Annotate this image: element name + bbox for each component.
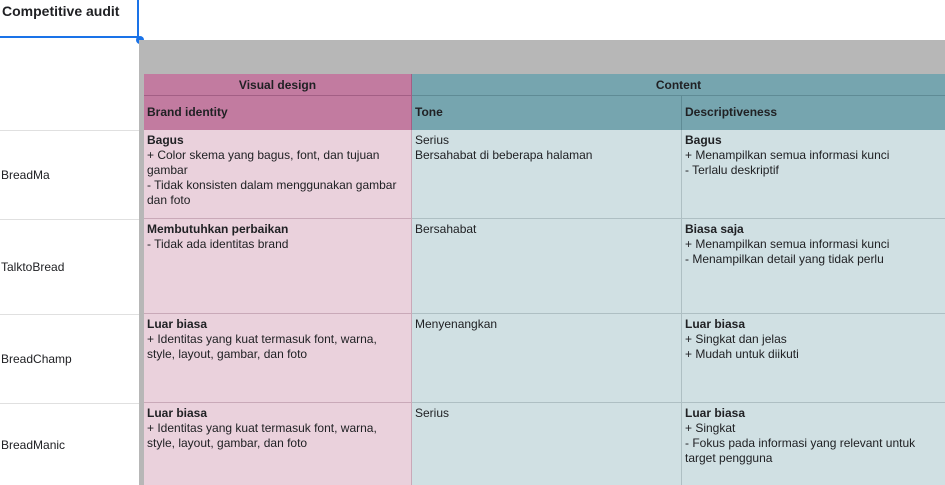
rating-text: Luar biasa xyxy=(147,406,208,420)
note-line: - Tidak ada identitas brand xyxy=(147,237,289,251)
note-line: - Terlalu deskriptif xyxy=(685,163,779,177)
row-label-text: BreadChamp xyxy=(1,352,72,366)
note-line: + Identitas yang kuat termasuk font, war… xyxy=(147,421,377,450)
note-line: + Identitas yang kuat termasuk font, war… xyxy=(147,332,377,361)
note-line: + Singkat dan jelas xyxy=(685,332,787,346)
cell-tone-breadma[interactable]: Serius Bersahabat di beberapa halaman xyxy=(412,130,682,219)
header-tone[interactable]: Tone xyxy=(412,96,682,130)
note-line: Menyenangkan xyxy=(415,317,498,331)
sheet-title-cell[interactable]: Competitive audit xyxy=(0,0,139,38)
rating-text: Membutuhkan perbaikan xyxy=(147,222,289,236)
cell-brand-breadchamp[interactable]: Luar biasa + Identitas yang kuat termasu… xyxy=(144,314,412,403)
rating-text: Luar biasa xyxy=(685,317,746,331)
note-line: + Menampilkan semua informasi kunci xyxy=(685,148,890,162)
row-label-breadmanic[interactable]: BreadManic xyxy=(0,403,139,485)
rating-text: Bagus xyxy=(685,133,722,147)
cell-desc-breadchamp[interactable]: Luar biasa + Singkat dan jelas + Mudah u… xyxy=(682,314,945,403)
note-line: Bersahabat xyxy=(415,222,477,236)
note-line: + Mudah untuk diikuti xyxy=(685,347,799,361)
note-line: - Menampilkan detail yang tidak perlu xyxy=(685,252,884,266)
header-group-visual-design[interactable]: Visual design xyxy=(144,74,412,96)
note-line: Serius xyxy=(415,406,450,420)
cell-desc-breadma[interactable]: Bagus + Menampilkan semua informasi kunc… xyxy=(682,130,945,219)
note-line: + Color skema yang bagus, font, dan tuju… xyxy=(147,148,380,177)
cell-desc-talktobread[interactable]: Biasa saja + Menampilkan semua informasi… xyxy=(682,219,945,314)
cell-brand-talktobread[interactable]: Membutuhkan perbaikan - Tidak ada identi… xyxy=(144,219,412,314)
rating-text: Luar biasa xyxy=(147,317,208,331)
rating-text: Biasa saja xyxy=(685,222,744,236)
note-line: - Fokus pada informasi yang relevant unt… xyxy=(685,436,916,465)
row-label-breadchamp[interactable]: BreadChamp xyxy=(0,314,139,403)
note-line: + Singkat xyxy=(685,421,736,435)
cell-tone-talktobread[interactable]: Bersahabat xyxy=(412,219,682,314)
row-label-text: TalktoBread xyxy=(1,260,65,274)
header-descriptiveness[interactable]: Descriptiveness xyxy=(682,96,945,130)
row-label-text: BreadManic xyxy=(1,437,66,452)
cell-brand-breadma[interactable]: Bagus + Color skema yang bagus, font, da… xyxy=(144,130,412,219)
note-line: - Tidak konsisten dalam menggunakan gamb… xyxy=(147,178,397,207)
row-label-talktobread[interactable]: TalktoBread xyxy=(0,219,139,314)
cell-tone-breadchamp[interactable]: Menyenangkan xyxy=(412,314,682,403)
rating-text: Luar biasa xyxy=(685,406,746,420)
cell-tone-breadmanic[interactable]: Serius xyxy=(412,403,682,485)
row-label-text: BreadMa xyxy=(1,168,50,182)
cell-brand-breadmanic[interactable]: Luar biasa + Identitas yang kuat termasu… xyxy=(144,403,412,485)
row-label-breadma[interactable]: BreadMa xyxy=(0,130,139,219)
cell-desc-breadmanic[interactable]: Luar biasa + Singkat - Fokus pada inform… xyxy=(682,403,945,485)
note-line: Bersahabat di beberapa halaman xyxy=(415,148,593,162)
gray-spacer-row xyxy=(144,40,945,74)
rating-text: Bagus xyxy=(147,133,184,147)
header-brand-identity[interactable]: Brand identity xyxy=(144,96,412,130)
note-line: Serius xyxy=(415,133,450,147)
header-group-content[interactable]: Content xyxy=(412,74,945,96)
note-line: + Menampilkan semua informasi kunci xyxy=(685,237,890,251)
